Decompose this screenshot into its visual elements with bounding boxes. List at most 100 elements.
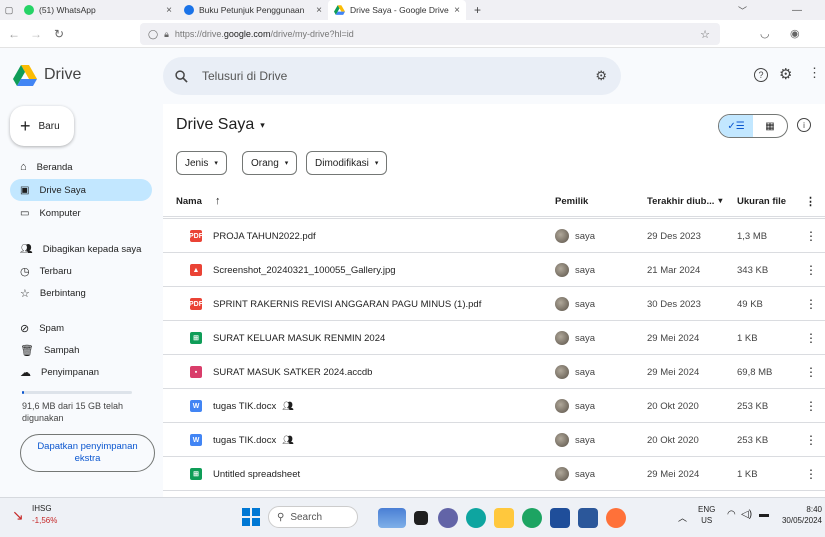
tab-list-dropdown-icon[interactable]: ﹀ — [738, 4, 747, 17]
caret-down-icon: ▾ — [214, 160, 218, 167]
account-icon[interactable]: ◉ — [790, 27, 800, 40]
sidebar-item-komputer[interactable]: ▭ Komputer — [10, 202, 152, 224]
file-explorer-icon[interactable] — [494, 508, 514, 528]
wifi-icon[interactable]: ◠ — [727, 509, 736, 520]
sidebar-item-spam[interactable]: ⊘ Spam — [10, 317, 152, 339]
tab-drive[interactable]: Drive Saya - Google Drive × — [328, 0, 466, 20]
search-input[interactable]: Telusuri di Drive — [202, 69, 287, 83]
new-button[interactable]: + Baru — [10, 106, 74, 146]
battery-icon[interactable]: ▬ — [759, 509, 769, 520]
app-name[interactable]: Drive — [44, 66, 81, 84]
pocket-icon[interactable]: ◡ — [760, 27, 770, 40]
close-tab-icon[interactable]: × — [316, 5, 322, 16]
column-header-name[interactable]: Nama — [176, 196, 202, 207]
filter-orang[interactable]: Orang ▾ — [242, 151, 298, 175]
bookmark-star-icon[interactable]: ☆ — [700, 28, 710, 41]
firefox-icon[interactable] — [606, 508, 626, 528]
address-bar[interactable]: ◯ 🔒︎ https://drive. google.com/drive/my-d… — [140, 23, 720, 45]
sidebar-item-dibagikan[interactable]: 👥︎ Dibagikan kepada saya — [10, 238, 152, 260]
sidebar-item-label: Berbintang — [39, 287, 86, 299]
file-size: 253 KB — [737, 434, 769, 446]
minimize-icon[interactable]: — — [792, 5, 802, 16]
drive-logo-icon[interactable] — [13, 65, 37, 86]
more-options-icon[interactable]: ⋮ — [805, 253, 817, 287]
more-options-icon[interactable]: ⋮ — [805, 457, 817, 491]
url-prefix: https://drive. — [174, 29, 224, 39]
page-title[interactable]: Drive Saya ▾ — [176, 116, 265, 134]
sidebar-item-sampah[interactable]: 🗑︎ Sampah — [10, 339, 152, 361]
taskbar-search[interactable]: ⚲ Search — [268, 506, 358, 528]
stock-chart-icon[interactable]: ↘ — [12, 507, 24, 524]
file-name-text: SURAT KELUAR MASUK RENMIN 2024 — [213, 332, 386, 344]
column-header-modified[interactable]: Terakhir diub... ▾ — [647, 196, 722, 207]
more-options-icon[interactable]: ⋮ — [805, 219, 817, 253]
table-row[interactable]: ▪ SURAT MASUK SATKER 2024.accdb saya 29 Mei… — [163, 355, 825, 389]
tab-list-icon[interactable]: ▢ — [0, 5, 18, 16]
sort-arrow-up-icon[interactable]: ↑ — [215, 195, 221, 207]
table-row[interactable]: PDF SPRINT RAKERNIS REVISI ANGGARAN PAGU … — [163, 287, 825, 321]
chrome-icon[interactable] — [522, 508, 542, 528]
mail-icon[interactable] — [550, 508, 570, 528]
language-indicator[interactable]: ENG US — [698, 504, 715, 526]
settings-gear-icon[interactable]: ⚙ — [779, 65, 792, 83]
storage-bar — [22, 391, 132, 394]
table-row[interactable]: Wtugas TIK.docx 👥︎ saya 20 Okt 2020 253 KB ⋮ — [163, 389, 825, 423]
sidebar-item-terbaru[interactable]: ◷ Terbaru — [10, 260, 152, 282]
sidebar-item-berbintang[interactable]: ☆ Berbintang — [10, 282, 152, 304]
sidebar-item-beranda[interactable]: ⌂ Beranda — [10, 156, 152, 178]
clock[interactable]: 8:40 30/05/2024 — [776, 504, 822, 526]
windows-start-icon[interactable] — [242, 508, 260, 526]
word-file-icon: W — [190, 389, 202, 423]
get-storage-button[interactable]: Dapatkan penyimpanan ekstra — [20, 434, 155, 472]
widgets-icon[interactable] — [378, 508, 406, 528]
view-toggle[interactable]: ✓☰ ▦ — [718, 114, 788, 138]
table-row[interactable]: PDF PROJA TAHUN2022.pdf saya 29 Des 2023 1,3… — [163, 219, 825, 253]
file-size: 69,8 MB — [737, 366, 773, 378]
modified-date: 30 Des 2023 — [647, 298, 701, 310]
volume-icon[interactable]: ◁) — [741, 509, 752, 520]
google-help-icon — [184, 5, 194, 15]
table-row[interactable]: Wtugas TIK.docx 👥︎ saya 20 Okt 2020 253 KB ⋮ — [163, 423, 825, 457]
table-row[interactable]: ▲ Screenshot_20240321_100055_Gallery.jpg s… — [163, 253, 825, 287]
filter-jenis[interactable]: Jenis ▾ — [176, 151, 227, 175]
stock-name: IHSG — [32, 504, 52, 513]
more-options-icon[interactable]: ⋮ — [805, 355, 817, 389]
list-view-icon[interactable]: ✓☰ — [719, 115, 753, 137]
apps-grid-icon[interactable]: ⋮⋮ — [808, 65, 825, 81]
more-options-icon[interactable]: ⋮ — [805, 321, 817, 355]
more-options-icon[interactable]: ⋮ — [805, 195, 816, 208]
close-tab-icon[interactable]: × — [166, 5, 172, 16]
new-tab-button[interactable]: + — [474, 3, 481, 17]
main-content: Drive Saya ▾ ✓☰ ▦ i Jenis ▾ Orang ▾ Dimo… — [163, 104, 825, 497]
back-icon[interactable]: ← — [8, 27, 20, 41]
more-options-icon[interactable]: ⋮ — [805, 287, 817, 321]
tab-buku-petunjuk[interactable]: Buku Petunjuk Penggunaan Go × — [178, 0, 328, 20]
column-header-size[interactable]: Ukuran file — [737, 196, 786, 207]
teams-icon[interactable] — [438, 508, 458, 528]
info-icon[interactable]: i — [797, 118, 811, 132]
grid-view-icon[interactable]: ▦ — [753, 115, 787, 137]
edge-icon[interactable] — [466, 508, 486, 528]
tray-chevron-icon[interactable]: ︿ — [678, 511, 687, 524]
sidebar-item-drive-saya[interactable]: ▣ Drive Saya — [10, 179, 152, 201]
close-tab-icon[interactable]: × — [454, 5, 460, 16]
sidebar-item-penyimpanan[interactable]: ☁︎ Penyimpanan — [10, 361, 152, 383]
tab-whatsapp[interactable]: (51) WhatsApp × — [18, 0, 178, 20]
file-name-text: SURAT MASUK SATKER 2024.accdb — [213, 366, 373, 378]
table-row[interactable]: ⊞ SURAT KELUAR MASUK RENMIN 2024 saya 29 Me… — [163, 321, 825, 355]
task-view-icon[interactable] — [414, 511, 428, 525]
table-row[interactable]: ⊞ Untitled spreadsheet saya 29 Mei 2024 1 KB… — [163, 457, 825, 491]
more-options-icon[interactable]: ⋮ — [805, 389, 817, 423]
stock-change: -1,56% — [32, 516, 58, 525]
filter-dimodifikasi[interactable]: Dimodifikasi ▾ — [306, 151, 388, 175]
more-options-icon[interactable]: ⋮ — [805, 423, 817, 457]
search-options-icon[interactable]: ⚙︎ — [595, 68, 607, 84]
forward-icon[interactable]: → — [30, 27, 42, 41]
help-icon[interactable]: ? — [754, 68, 768, 82]
avatar — [555, 229, 569, 243]
search-icon[interactable] — [175, 69, 188, 83]
search-bar[interactable]: Telusuri di Drive ⚙︎ — [163, 57, 621, 95]
word-icon[interactable] — [578, 508, 598, 528]
reload-icon[interactable]: ↻ — [54, 27, 64, 41]
column-header-owner[interactable]: Pemilik — [555, 196, 588, 207]
